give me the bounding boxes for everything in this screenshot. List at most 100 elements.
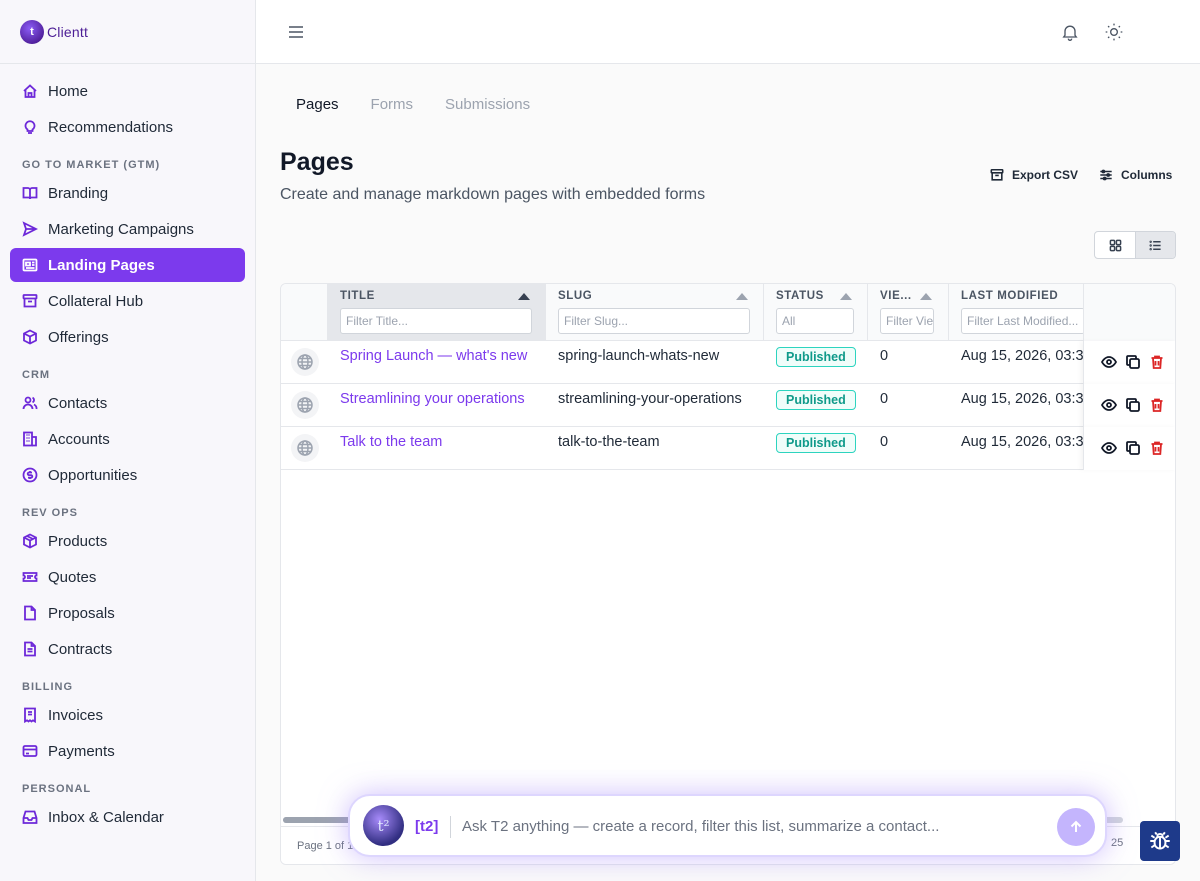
sidebar-item-offerings[interactable]: Offerings [10, 320, 245, 354]
view-icon[interactable] [1100, 354, 1118, 370]
delete-icon[interactable] [1149, 440, 1165, 456]
sort-asc-icon[interactable] [518, 293, 530, 300]
globe-icon [291, 391, 319, 419]
column-header-views[interactable]: VIE... [868, 284, 949, 341]
pages-table: TITLE SLUG STATUS VIE... LAST MODIFIED [280, 283, 1176, 865]
building-icon [22, 431, 38, 447]
sidebar-section-label: BILLING [22, 681, 73, 693]
export-csv-button[interactable]: Export CSV [990, 168, 1078, 182]
cell-title[interactable]: Talk to the team [340, 427, 545, 470]
users-icon [22, 395, 38, 411]
page-size-select[interactable]: 25 [1111, 837, 1123, 849]
bell-icon[interactable] [1060, 22, 1080, 42]
table-row[interactable]: Spring Launch — what's new spring-launch-… [281, 341, 1175, 384]
tab-pages[interactable]: Pages [296, 96, 339, 113]
sidebar-item-contracts[interactable]: Contracts [10, 632, 245, 666]
sidebar-item-products[interactable]: Products [10, 524, 245, 558]
send-icon [22, 221, 38, 237]
column-header-last-modified[interactable]: LAST MODIFIED [949, 284, 1085, 341]
column-label-views: VIE... [880, 290, 912, 302]
cell-title[interactable]: Streamlining your operations [340, 384, 545, 427]
sidebar-item-inbox-and-calendar[interactable]: Inbox & Calendar [10, 800, 245, 834]
inbox-icon [22, 809, 38, 825]
table-row[interactable]: Talk to the team talk-to-the-team 0 Aug 15,… [281, 427, 1175, 470]
sun-icon[interactable] [1104, 22, 1124, 42]
sort-icon[interactable] [840, 293, 852, 300]
sidebar-item-label: Contracts [48, 640, 113, 658]
assistant-avatar: t² [363, 805, 404, 846]
status-badge: Published [776, 433, 856, 453]
cell-last-modified: Aug 15, 2026, 03:3 [961, 434, 1083, 450]
home-icon [22, 83, 38, 99]
book-icon [22, 185, 38, 201]
sidebar-item-recommendations[interactable]: Recommendations [10, 110, 245, 144]
sidebar-item-label: Accounts [48, 430, 110, 448]
grid-view-button[interactable] [1095, 232, 1135, 258]
sidebar-item-quotes[interactable]: Quotes [10, 560, 245, 594]
sort-icon[interactable] [920, 293, 932, 300]
column-label-status: STATUS [776, 290, 824, 302]
globe-icon [291, 434, 319, 462]
cell-title[interactable]: Spring Launch — what's new [340, 341, 545, 384]
sidebar-item-landing-pages[interactable]: Landing Pages [10, 248, 245, 282]
receipt-icon [22, 707, 38, 723]
sidebar-item-invoices[interactable]: Invoices [10, 698, 245, 732]
duplicate-icon[interactable] [1125, 397, 1141, 413]
menu-icon[interactable] [288, 24, 304, 40]
filter-status-select[interactable] [776, 308, 854, 334]
column-label-slug: SLUG [558, 290, 593, 302]
view-icon[interactable] [1100, 397, 1118, 413]
sidebar-item-marketing-campaigns[interactable]: Marketing Campaigns [10, 212, 245, 246]
filter-views-input[interactable] [880, 308, 934, 334]
sidebar-item-collateral-hub[interactable]: Collateral Hub [10, 284, 245, 318]
column-header-status[interactable]: STATUS [764, 284, 868, 341]
sidebar-item-contacts[interactable]: Contacts [10, 386, 245, 420]
tab-submissions[interactable]: Submissions [445, 96, 530, 113]
tab-forms[interactable]: Forms [371, 96, 414, 113]
sidebar-item-label: Offerings [48, 328, 109, 346]
delete-icon[interactable] [1149, 397, 1165, 413]
sidebar-item-label: Proposals [48, 604, 115, 622]
package-icon [22, 533, 38, 549]
cell-views: 0 [880, 434, 889, 450]
assistant-input[interactable] [462, 812, 1042, 840]
filter-last-modified-input[interactable] [961, 308, 1085, 334]
columns-button[interactable]: Columns [1099, 168, 1172, 182]
cell-last-modified: Aug 15, 2026, 03:3 [961, 348, 1083, 364]
delete-icon[interactable] [1149, 354, 1165, 370]
sidebar-item-proposals[interactable]: Proposals [10, 596, 245, 630]
duplicate-icon[interactable] [1125, 440, 1141, 456]
row-icon-header [281, 284, 328, 341]
column-label-title: TITLE [340, 290, 375, 302]
filter-title-input[interactable] [340, 308, 532, 334]
view-icon[interactable] [1100, 440, 1118, 456]
column-header-title[interactable]: TITLE [328, 284, 546, 341]
file-icon [22, 605, 38, 621]
row-actions [1083, 427, 1175, 470]
column-header-slug[interactable]: SLUG [546, 284, 764, 341]
cell-last-modified: Aug 15, 2026, 03:3 [961, 391, 1083, 407]
table-row[interactable]: Streamlining your operations streamlining… [281, 384, 1175, 427]
assistant-divider [450, 816, 451, 838]
sort-icon[interactable] [736, 293, 748, 300]
sidebar-section-label: PERSONAL [22, 783, 92, 795]
sidebar-item-payments[interactable]: Payments [10, 734, 245, 768]
actions-column-header [1083, 284, 1175, 341]
lightbulb-icon [22, 119, 38, 135]
top-bar [256, 0, 1200, 64]
sliders-icon [1100, 169, 1112, 181]
list-view-button[interactable] [1135, 232, 1175, 258]
sidebar-item-home[interactable]: Home [10, 74, 245, 108]
sidebar-item-accounts[interactable]: Accounts [10, 422, 245, 456]
columns-label: Columns [1121, 168, 1173, 182]
filter-slug-input[interactable] [558, 308, 750, 334]
bug-report-button[interactable] [1140, 821, 1180, 861]
sidebar-section-label: CRM [22, 369, 51, 381]
sidebar-item-branding[interactable]: Branding [10, 176, 245, 210]
sidebar-item-opportunities[interactable]: Opportunities [10, 458, 245, 492]
send-button[interactable] [1057, 808, 1095, 846]
cell-status: Published [776, 427, 866, 470]
dollar-icon [22, 467, 38, 483]
brand[interactable]: t Clientt [0, 0, 255, 64]
duplicate-icon[interactable] [1125, 354, 1141, 370]
